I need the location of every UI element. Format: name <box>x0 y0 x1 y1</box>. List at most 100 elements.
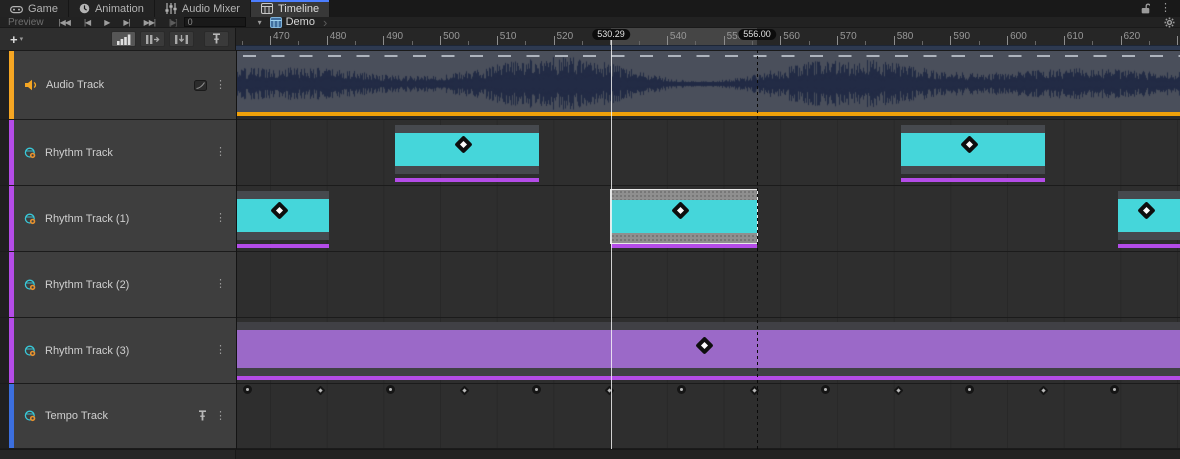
tempo-marker-circle[interactable] <box>532 385 541 394</box>
ruler-tick <box>383 36 384 45</box>
rhythm-track-icon <box>24 147 37 159</box>
tab-label: Animation <box>95 3 144 15</box>
tempo-marker-diamond[interactable] <box>460 386 470 396</box>
rhythm-track-icon <box>24 279 37 291</box>
ruler-tick <box>554 36 555 45</box>
pin-icon <box>212 33 221 45</box>
clip-underline <box>395 178 539 182</box>
track-lane-2[interactable] <box>237 186 1180 251</box>
track-lane-1[interactable] <box>237 120 1180 185</box>
track-header-rhythm-track-3[interactable]: Rhythm Track (3)⋮ <box>0 318 236 383</box>
current-time-field[interactable] <box>184 17 246 27</box>
tempo-marker-circle[interactable] <box>677 385 686 394</box>
track-color-edge <box>9 120 14 185</box>
track-header-panel: Audio Track⋮Rhythm Track⋮Rhythm Track (1… <box>0 50 236 449</box>
toolbar-and-ruler-row: + ▾ 470480490500510520540550560570580590… <box>0 28 1180 50</box>
ruler-tick-label: 620 <box>1124 31 1141 42</box>
timeline-clip[interactable] <box>1118 191 1180 240</box>
tempo-marker-circle[interactable] <box>965 385 974 394</box>
track-kebab-icon[interactable]: ⋮ <box>213 147 228 158</box>
ruler-tick-label: 560 <box>783 31 800 42</box>
timeline-window: GameAnimationAudio MixerTimeline ⋮ Previ… <box>0 0 1180 459</box>
track-header-rhythm-track-1[interactable]: Rhythm Track (1)⋮ <box>0 186 236 251</box>
mix-mode-button[interactable] <box>111 31 136 47</box>
tempo-marker-circle[interactable] <box>386 385 395 394</box>
gear-icon[interactable] <box>1164 17 1175 28</box>
range-end-time-badge[interactable]: 556.00 <box>738 29 776 40</box>
go-to-beginning-button[interactable]: |◀◀ <box>52 18 77 27</box>
track-header-margin <box>0 384 9 448</box>
audio-clip[interactable] <box>237 51 1180 112</box>
timeline-clip[interactable] <box>237 322 1180 378</box>
go-to-end-button[interactable]: ▶▶| <box>137 18 162 27</box>
track-kebab-icon[interactable]: ⋮ <box>213 80 228 91</box>
playhead-line[interactable] <box>611 39 612 449</box>
preview-button[interactable]: Preview <box>0 17 52 28</box>
timeline-clip[interactable] <box>237 191 329 240</box>
timeline-clip[interactable] <box>395 125 539 174</box>
window-kebab-icon[interactable]: ⋮ <box>1158 3 1173 14</box>
track-kebab-icon[interactable]: ⋮ <box>213 279 228 290</box>
ruler-tick <box>1064 36 1065 45</box>
tempo-marker-diamond[interactable] <box>605 386 615 396</box>
tab-game[interactable]: Game <box>0 0 69 17</box>
add-track-button[interactable]: + ▾ <box>4 32 29 47</box>
replace-mode-button[interactable] <box>169 31 194 47</box>
track-name: Rhythm Track <box>45 147 113 159</box>
clip-underline <box>901 178 1045 182</box>
edit-mode-buttons <box>111 31 235 47</box>
track-kebab-icon[interactable]: ⋮ <box>213 411 228 422</box>
track-lane-4[interactable] <box>237 318 1180 383</box>
track-name: Rhythm Track (2) <box>45 279 129 291</box>
ripple-mode-button[interactable] <box>140 31 165 47</box>
time-ruler[interactable]: 4704804905005105205405505605705805906006… <box>236 28 1180 50</box>
track-lane-3[interactable] <box>237 252 1180 317</box>
ruler-tick-label: 590 <box>953 31 970 42</box>
ruler-tick-label: 490 <box>386 31 403 42</box>
tempo-marker-diamond[interactable] <box>316 386 326 396</box>
pin-icon[interactable] <box>198 410 207 422</box>
ruler-tick-label: 600 <box>1010 31 1027 42</box>
previous-frame-button[interactable]: |◀ <box>77 18 97 27</box>
tab-bar: GameAnimationAudio MixerTimeline ⋮ <box>0 0 1180 17</box>
tempo-marker-circle[interactable] <box>821 385 830 394</box>
track-header-tempo-track[interactable]: Tempo Track⋮ <box>0 384 236 448</box>
marker-visibility-button[interactable] <box>204 31 229 47</box>
tab-audio-mixer[interactable]: Audio Mixer <box>155 0 251 17</box>
track-lane-5[interactable] <box>237 384 1180 448</box>
track-lane-panel <box>236 50 1180 449</box>
playhead-time-badge[interactable]: 530.29 <box>592 29 630 40</box>
track-header-rhythm-track-2[interactable]: Rhythm Track (2) ⋮ <box>0 252 236 317</box>
range-end-dashed-line <box>757 50 758 449</box>
ruler-tick <box>1177 36 1178 45</box>
track-header-rhythm-track[interactable]: Rhythm Track ⋮ <box>0 120 236 185</box>
tab-label: Audio Mixer <box>182 3 240 15</box>
clip-underline <box>1118 244 1180 248</box>
next-frame-button[interactable]: ▶| <box>116 18 136 27</box>
timeline-clip[interactable] <box>901 125 1045 174</box>
play-button[interactable]: ▶ <box>97 18 116 27</box>
ruler-tick <box>837 36 838 45</box>
track-kebab-icon[interactable]: ⋮ <box>213 213 228 224</box>
horizontal-scrollbar-track[interactable] <box>0 449 1180 459</box>
ripple-mode-icon <box>145 34 160 45</box>
play-range-button[interactable]: [▶] <box>162 18 184 27</box>
ruler-tick <box>1121 36 1122 45</box>
track-header-audio-track[interactable]: Audio Track⋮ <box>0 51 236 119</box>
tempo-marker-circle[interactable] <box>1110 385 1119 394</box>
unlock-icon[interactable] <box>1141 3 1150 14</box>
track-color-edge <box>9 51 14 119</box>
clip-underline <box>237 376 1180 380</box>
tempo-marker-diamond[interactable] <box>1039 386 1049 396</box>
timeline-clip-selected[interactable] <box>611 190 757 243</box>
tab-animation[interactable]: Animation <box>69 0 155 17</box>
track-kebab-icon[interactable]: ⋮ <box>213 345 228 356</box>
tempo-marker-circle[interactable] <box>243 385 252 394</box>
timeline-body: Audio Track⋮Rhythm Track⋮Rhythm Track (1… <box>0 50 1180 449</box>
track-lane-0[interactable] <box>237 51 1180 119</box>
replace-mode-icon <box>174 34 189 45</box>
ruler-tick <box>894 36 895 45</box>
curves-icon[interactable] <box>194 80 207 91</box>
tempo-marker-diamond[interactable] <box>894 386 904 396</box>
timeline-dropdown-button[interactable]: ▾ <box>246 18 270 27</box>
